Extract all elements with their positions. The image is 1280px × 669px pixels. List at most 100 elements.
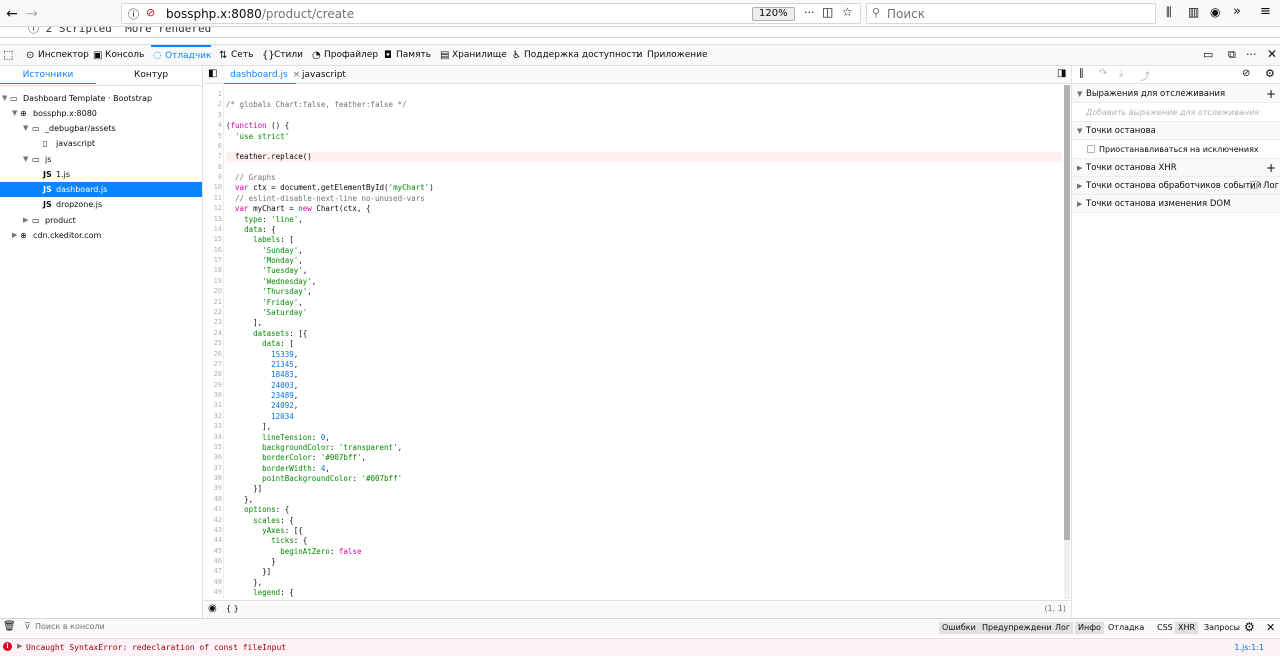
tab-dashboard-js[interactable]: dashboard.js ×	[224, 66, 300, 84]
line-number[interactable]: 22	[204, 308, 222, 316]
line-number[interactable]: 36	[204, 453, 222, 461]
line-number[interactable]: 46	[204, 557, 222, 565]
tree-item[interactable]: ▼ ⊕ bossphp.x:8080	[0, 106, 202, 121]
line-number[interactable]: 18	[204, 266, 222, 274]
section-event-listener-breakpoints[interactable]: ▶ Точки останова обработчиков событий Лог	[1072, 177, 1280, 195]
pocket-icon[interactable]: ◫	[822, 5, 833, 19]
line-number[interactable]: 13	[204, 215, 222, 223]
element-picker-icon[interactable]: ⬚	[3, 48, 13, 61]
tab-javascript[interactable]: javascript	[302, 66, 346, 84]
responsive-mode-icon[interactable]: ▭	[1203, 48, 1213, 61]
gear-icon[interactable]: ⚙	[1265, 67, 1275, 80]
url-bar[interactable]: ⓘ ⊘ bossphp.x:8080/product/create 120% ·…	[121, 3, 861, 24]
line-number[interactable]: 21	[204, 298, 222, 306]
line-number[interactable]: 27	[204, 360, 222, 368]
filter-warnings[interactable]: Предупреждения	[979, 622, 1060, 634]
line-number[interactable]: 9	[204, 173, 222, 181]
line-number[interactable]: 29	[204, 381, 222, 389]
editor-scrollbar-thumb[interactable]	[1064, 85, 1070, 540]
section-breakpoints[interactable]: ▼ Точки останова	[1072, 122, 1280, 140]
close-console-icon[interactable]: ✕	[1266, 621, 1275, 634]
expand-arrow-icon[interactable]: ▶	[17, 642, 22, 650]
tree-item[interactable]: ▯ javascript	[0, 136, 202, 151]
line-number[interactable]: 6	[204, 142, 222, 150]
section-dom-mutation-breakpoints[interactable]: ▶ Точки останова изменения DOM	[1072, 195, 1280, 213]
line-number[interactable]: 49	[204, 588, 222, 596]
step-in-icon[interactable]: ⤓	[1119, 68, 1123, 79]
error-location-link[interactable]: 1.js:1:1	[1234, 643, 1264, 652]
devtools-menu-icon[interactable]: ···	[1246, 48, 1257, 61]
step-out-icon[interactable]: ⤴	[1140, 68, 1150, 83]
line-number[interactable]: 38	[204, 474, 222, 482]
close-tab-icon[interactable]: ×	[293, 70, 301, 80]
line-number[interactable]: 40	[204, 495, 222, 503]
line-number[interactable]: 24	[204, 329, 222, 337]
account-icon[interactable]: ◉	[1210, 5, 1220, 19]
line-number[interactable]: 28	[204, 370, 222, 378]
line-number[interactable]: 43	[204, 526, 222, 534]
overflow-chevron-icon[interactable]: »	[1233, 4, 1241, 19]
tab-profiler[interactable]: ◔ Профайлер	[310, 45, 378, 66]
tab-sources[interactable]: Источники	[0, 66, 96, 84]
line-number[interactable]: 47	[204, 567, 222, 575]
pause-on-exceptions-row[interactable]: Приостанавливаться на исключениях	[1072, 141, 1280, 159]
tab-inspector[interactable]: ⊙ Инспектор	[24, 45, 89, 66]
insecure-lock-icon[interactable]: ⊘	[146, 6, 155, 19]
filter-debug[interactable]: Отладка	[1105, 622, 1147, 634]
sidebar-icon[interactable]: ▥	[1188, 5, 1199, 19]
line-number[interactable]: 11	[204, 194, 222, 202]
toggle-sources-icon[interactable]: ◧	[208, 68, 217, 79]
tree-item[interactable]: ▶ ⊕ cdn.ckeditor.com	[0, 228, 202, 243]
line-number[interactable]: 26	[204, 350, 222, 358]
line-number[interactable]: 32	[204, 412, 222, 420]
line-number[interactable]: 39	[204, 484, 222, 492]
line-number[interactable]: 17	[204, 256, 222, 264]
tab-outline[interactable]: Контур	[101, 66, 201, 84]
line-number[interactable]: 45	[204, 547, 222, 555]
console-settings-gear-icon[interactable]: ⚙	[1244, 620, 1255, 634]
line-number[interactable]: 19	[204, 277, 222, 285]
filter-info[interactable]: Инфо	[1075, 622, 1104, 634]
filter-css[interactable]: CSS	[1154, 622, 1176, 634]
filter-requests[interactable]: Запросы	[1201, 622, 1243, 634]
trash-icon[interactable]: 🗑	[3, 621, 16, 632]
tree-item[interactable]: JS 1.js	[0, 167, 202, 182]
forward-button-icon[interactable]: →	[22, 4, 42, 24]
dock-icon[interactable]: ⧉	[1228, 48, 1236, 62]
deactivate-breakpoints-icon[interactable]: ⊘	[1242, 68, 1250, 79]
tree-item-selected[interactable]: JS dashboard.js	[0, 182, 202, 197]
filter-xhr[interactable]: XHR	[1175, 622, 1199, 634]
bookmark-star-icon[interactable]: ☆	[842, 5, 853, 19]
tab-debugger[interactable]: ◌ Отладчик	[151, 45, 212, 66]
tree-item[interactable]: ▼ ▭ Dashboard Template · Bootstrap	[0, 91, 202, 106]
close-devtools-icon[interactable]: ✕	[1267, 47, 1277, 61]
line-number[interactable]: 14	[204, 225, 222, 233]
line-number[interactable]: 44	[204, 536, 222, 544]
tree-item[interactable]: ▶ ▭ product	[0, 213, 202, 228]
add-watch-icon[interactable]: +	[1266, 85, 1276, 103]
pretty-print-button[interactable]: { }	[226, 604, 239, 613]
tab-console[interactable]: ▣ Консоль	[91, 45, 144, 66]
tab-storage[interactable]: ▤ Хранилище	[438, 45, 507, 66]
console-error-message[interactable]: ! ▶ Uncaught SyntaxError: redeclaration …	[0, 638, 1280, 656]
code-editor[interactable]: 1 2 3 4 5 6 7 8 9 10 11 12 13 14 15 16 17 18 19 20 21 22 23 24 2…	[204, 85, 1064, 599]
section-watch-expressions[interactable]: ▼ Выражения для отслеживания +	[1072, 85, 1280, 103]
line-number[interactable]: 31	[204, 401, 222, 409]
line-number[interactable]: 12	[204, 204, 222, 212]
filter-errors[interactable]: Ошибки	[939, 622, 979, 634]
line-number[interactable]: 2	[204, 100, 222, 108]
line-number[interactable]: 48	[204, 578, 222, 586]
line-number[interactable]: 37	[204, 464, 222, 472]
line-number[interactable]: 7	[204, 152, 222, 160]
tree-item[interactable]: JS dropzone.js	[0, 197, 202, 212]
line-number[interactable]: 20	[204, 287, 222, 295]
tree-item[interactable]: ▼ ▭ _debugbar/assets	[0, 121, 202, 136]
line-number[interactable]: 33	[204, 422, 222, 430]
tree-item[interactable]: ▼ ▭ js	[0, 152, 202, 167]
page-actions-icon[interactable]: ···	[804, 6, 815, 19]
eye-icon[interactable]: ◉	[208, 603, 217, 614]
line-number[interactable]: 23	[204, 318, 222, 326]
zoom-level-badge[interactable]: 120%	[752, 7, 795, 21]
tab-style-editor[interactable]: {} Стили	[260, 45, 303, 66]
tab-memory[interactable]: ◘ Память	[382, 45, 431, 66]
